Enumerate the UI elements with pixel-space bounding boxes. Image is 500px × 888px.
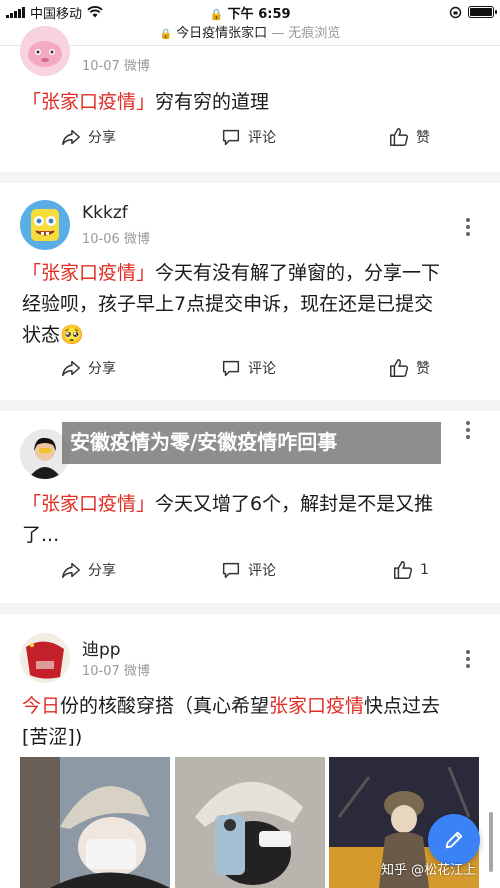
post-photo[interactable] xyxy=(20,757,171,888)
post-body: 经验呗，孩子早上7点提交申诉，现在还是已提交 xyxy=(22,293,434,315)
thumbs-up-icon xyxy=(390,128,409,146)
post-body: 穷有穷的道理 xyxy=(155,91,270,113)
post-text[interactable]: 「张家口疫情」今天有没有解了弹窗的，分享一下 经验呗，孩子早上7点提交申诉，现在… xyxy=(22,258,478,351)
post-photo[interactable] xyxy=(174,757,326,888)
topic-tag[interactable]: 张家口疫情 xyxy=(269,695,364,717)
comment-label: 评论 xyxy=(248,361,276,377)
post-text[interactable]: 今日份的核酸穿搭（真心希望张家口疫情快点过去 [苦涩]) xyxy=(22,691,478,753)
more-options-icon[interactable] xyxy=(466,650,470,668)
rotation-lock-icon xyxy=(449,6,462,18)
post-body: 快点过去 xyxy=(364,695,441,717)
more-options-icon[interactable] xyxy=(466,218,470,236)
comment-icon xyxy=(222,129,240,146)
post-actions: 分享 评论 赞 xyxy=(0,357,500,385)
post-text[interactable]: 「张家口疫情」穷有穷的道理 xyxy=(22,87,478,118)
lock-rotation-icon: 🔒 xyxy=(209,7,224,21)
browsing-mode: 无痕浏览 xyxy=(288,26,341,41)
scrollbar[interactable] xyxy=(489,812,493,872)
url-bar[interactable]: 🔒 今日疫情张家口 — 无痕浏览 xyxy=(0,24,500,46)
share-icon xyxy=(62,562,80,579)
status-time: 🔒 下午 6:59 xyxy=(0,3,500,22)
like-button[interactable]: 1 xyxy=(392,559,429,581)
post-actions: 分享 评论 赞 xyxy=(0,126,500,154)
post-card: 10-07 微博 「张家口疫情」穷有穷的道理 分享 评论 赞 xyxy=(0,26,500,172)
pleading-face-icon: 🥺 xyxy=(60,324,84,346)
more-options-icon[interactable] xyxy=(466,421,470,439)
share-label: 分享 xyxy=(88,563,116,579)
share-button[interactable]: 分享 xyxy=(60,357,116,379)
post-body: [苦涩]) xyxy=(22,726,83,748)
topic-tag[interactable]: 「张家口疫情」 xyxy=(22,493,155,515)
post-actions: 分享 评论 1 xyxy=(0,559,500,587)
topic-tag[interactable]: 「张家口疫情」 xyxy=(22,262,155,284)
post-body: 今天有没有解了弹窗的，分享一下 xyxy=(155,262,441,284)
pencil-icon xyxy=(445,831,463,849)
post-body: 份的核酸穿搭（真心希望 xyxy=(60,695,270,717)
comment-button[interactable]: 评论 xyxy=(220,126,276,148)
post-source: 微博 xyxy=(123,59,150,74)
thumbs-up-icon xyxy=(390,359,409,377)
post-body: 状态 xyxy=(22,324,61,346)
comment-label: 评论 xyxy=(248,563,276,579)
overlay-title: 安徽疫情为零/安徽疫情咋回事 xyxy=(62,422,441,464)
comment-button[interactable]: 评论 xyxy=(220,559,276,581)
post-meta: 10-07 微博 xyxy=(82,660,150,679)
avatar[interactable] xyxy=(20,26,70,76)
share-button[interactable]: 分享 xyxy=(60,559,116,581)
like-label: 赞 xyxy=(416,361,430,377)
comment-icon xyxy=(222,562,240,579)
post-body: 了... xyxy=(22,524,60,546)
avatar[interactable] xyxy=(20,200,70,250)
like-count: 1 xyxy=(420,562,429,578)
url-title: 今日疫情张家口 xyxy=(176,26,268,41)
avatar[interactable] xyxy=(20,633,70,683)
highlight-text: 今日 xyxy=(22,695,61,717)
battery-icon xyxy=(468,6,497,18)
comment-label: 评论 xyxy=(248,130,276,146)
post-meta: 10-07 微博 xyxy=(82,55,150,74)
status-right xyxy=(449,6,497,19)
username[interactable]: Kkkzf xyxy=(82,203,128,223)
status-bar: 中国移动 🔒 下午 6:59 xyxy=(0,0,500,24)
time-label: 下午 6:59 xyxy=(227,6,291,22)
post-source: 微博 xyxy=(123,232,150,247)
comment-icon xyxy=(222,360,240,377)
comment-button[interactable]: 评论 xyxy=(220,357,276,379)
share-icon xyxy=(62,129,80,146)
post-body: 今天又增了6个，解封是不是又推 xyxy=(155,493,434,515)
username[interactable]: 迪pp xyxy=(82,635,121,660)
topic-tag[interactable]: 「张家口疫情」 xyxy=(22,91,155,113)
lock-icon: 🔒 xyxy=(159,29,172,40)
like-button[interactable]: 赞 xyxy=(388,357,430,379)
share-label: 分享 xyxy=(88,130,116,146)
post-meta: 10-06 微博 xyxy=(82,228,150,247)
share-button[interactable]: 分享 xyxy=(60,126,116,148)
like-label: 赞 xyxy=(416,130,430,146)
post-date: 10-07 xyxy=(82,664,120,679)
post-date: 10-07 xyxy=(82,59,120,74)
post-date: 10-06 xyxy=(82,232,120,247)
thumbs-up-icon xyxy=(394,561,413,579)
like-button[interactable]: 赞 xyxy=(388,126,430,148)
post-card: Kkkzf 10-06 微博 「张家口疫情」今天有没有解了弹窗的，分享一下 经验… xyxy=(0,183,500,400)
url-separator: — xyxy=(267,26,289,41)
share-icon xyxy=(62,360,80,377)
post-text[interactable]: 「张家口疫情」今天又增了6个，解封是不是又推 了... xyxy=(22,489,478,551)
watermark: 知乎 @松花江上 xyxy=(381,863,477,878)
share-label: 分享 xyxy=(88,361,116,377)
post-source: 微博 xyxy=(123,664,150,679)
